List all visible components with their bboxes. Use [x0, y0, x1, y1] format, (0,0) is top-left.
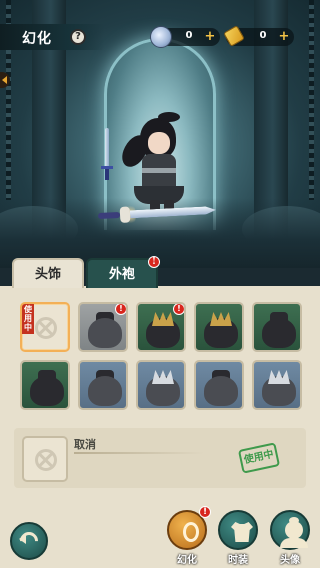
- tab-label: 头饰: [34, 267, 61, 282]
- hair-icon: [88, 376, 122, 406]
- hair-icon: [88, 318, 122, 348]
- headwear-item[interactable]: [78, 360, 128, 410]
- headwear-grid: 使用中 ! !: [20, 302, 308, 414]
- nav-label: 头像: [280, 555, 300, 566]
- jade-coin-icon: [150, 26, 172, 48]
- help-button[interactable]: ?: [70, 29, 86, 45]
- headwear-item[interactable]: [194, 302, 244, 352]
- tab-headwear[interactable]: 头饰: [12, 258, 84, 288]
- headwear-item[interactable]: [194, 360, 244, 410]
- none-icon: [35, 449, 57, 471]
- wardrobe-screen: 幻化 ? 0 + 0 + 头饰 外袍 ! 使用中 ! ! 取消 使用中 ! 幻化…: [0, 0, 320, 568]
- tab-outer-robe[interactable]: 外袍 !: [86, 256, 160, 288]
- notification-badge: !: [199, 506, 211, 518]
- headwear-item[interactable]: [252, 302, 302, 352]
- in-use-tag: 使用中: [22, 304, 34, 334]
- headwear-item-none[interactable]: 使用中: [20, 302, 70, 352]
- gold-crown-icon: [152, 312, 174, 326]
- currency-value: 0: [259, 30, 267, 41]
- nav-transform[interactable]: ! 幻化: [165, 506, 211, 566]
- back-button[interactable]: [10, 522, 48, 560]
- character-model[interactable]: [112, 112, 202, 216]
- tab-label: 外袍: [108, 267, 135, 282]
- headwear-item[interactable]: [136, 360, 186, 410]
- nav-fashion[interactable]: 时装: [216, 510, 260, 566]
- currency-value: 0: [185, 30, 193, 41]
- selected-item-slot: [22, 436, 68, 482]
- chain-decoration: [309, 0, 314, 200]
- notification-badge: !: [173, 304, 184, 315]
- nav-label: 时装: [228, 555, 248, 566]
- hair-icon: [30, 376, 64, 406]
- nav-avatar[interactable]: 头像: [268, 510, 312, 566]
- headwear-item[interactable]: [20, 360, 70, 410]
- outfit-icon: [218, 510, 258, 550]
- divider: [74, 452, 204, 454]
- title-band: [0, 24, 104, 50]
- currency-scroll: 0 +: [223, 25, 294, 48]
- add-currency-button[interactable]: +: [204, 30, 216, 43]
- headwear-item[interactable]: !: [136, 302, 186, 352]
- currency-jade: 0 +: [150, 26, 220, 48]
- selected-item-name: 取消: [74, 438, 96, 451]
- hair-icon: [262, 318, 296, 348]
- scroll-icon: [223, 25, 246, 48]
- headwear-item[interactable]: !: [78, 302, 128, 352]
- silver-crown-icon: [268, 370, 290, 384]
- gold-crown-icon: [210, 312, 232, 326]
- silver-crown-icon: [152, 370, 174, 384]
- notification-badge: !: [148, 256, 160, 268]
- add-currency-button[interactable]: +: [278, 30, 290, 43]
- headwear-item[interactable]: [252, 360, 302, 410]
- nav-label: 幻化: [177, 555, 197, 566]
- avatar-icon: [270, 510, 310, 550]
- notification-badge: !: [115, 304, 126, 315]
- page-title: 幻化: [22, 31, 52, 47]
- floating-sword-icon: [101, 128, 113, 180]
- hair-icon: [204, 376, 238, 406]
- none-icon: [35, 317, 57, 339]
